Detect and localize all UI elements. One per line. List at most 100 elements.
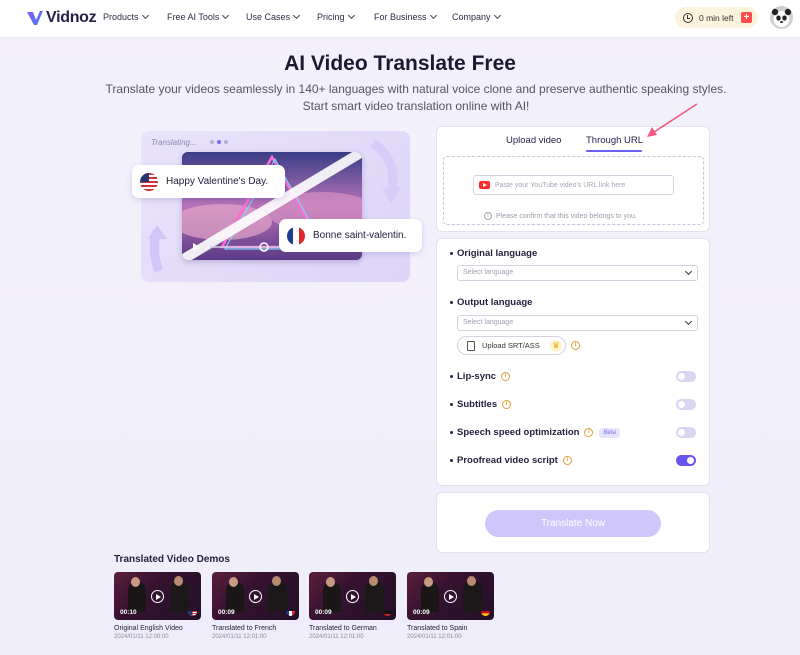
nav-products[interactable]: Products — [103, 11, 149, 22]
demo-thumbnail[interactable]: 00:09 — [407, 572, 494, 620]
nav-for-business[interactable]: For Business — [374, 11, 437, 22]
translation-illustration: Translating... — [141, 131, 410, 282]
nav-use-cases[interactable]: Use Cases — [246, 11, 301, 22]
youtube-icon — [479, 181, 490, 189]
proofread-option: Proofread video script i — [450, 455, 572, 466]
top-nav: Vidnoz Products Free AI Tools Use Cases … — [0, 0, 800, 38]
ownership-note: ! Please confirm that this video belongs… — [484, 212, 637, 220]
chevron-down-icon — [684, 267, 693, 276]
annotation-arrow-icon — [647, 103, 698, 137]
proofread-toggle[interactable] — [676, 455, 696, 466]
proofread-label: Proofread video script — [457, 455, 558, 466]
chevron-down-icon — [141, 11, 149, 20]
speech-speed-toggle[interactable] — [676, 427, 696, 438]
output-language-placeholder: Select language — [463, 319, 514, 326]
lip-sync-toggle[interactable] — [676, 371, 696, 382]
demo-video-card[interactable]: 00:10 Original English Video 2024/01/11 … — [114, 572, 201, 640]
credits-text: 0 min left — [699, 12, 734, 23]
avatar[interactable] — [770, 6, 793, 29]
youtube-url-input[interactable]: Paste your YouTube video's URL link here — [473, 175, 674, 195]
french-caption-bubble: Bonne saint-valentin. — [279, 219, 422, 252]
de-flag-icon — [383, 607, 392, 616]
nav-label: Free AI Tools — [167, 12, 220, 22]
play-icon[interactable] — [346, 590, 359, 603]
demo-name: Translated to Spain — [407, 625, 468, 632]
es-flag-icon — [481, 607, 490, 616]
demo-duration: 00:09 — [413, 609, 430, 616]
original-language-label: Original language — [450, 248, 537, 259]
speech-speed-option: Speech speed optimization i Beta — [450, 427, 620, 438]
demo-video-card[interactable]: 00:09 Translated to French 2024/01/11 12… — [212, 572, 299, 640]
crown-icon: ♛ — [550, 340, 562, 352]
translate-now-button[interactable]: Translate Now — [485, 510, 661, 537]
nav-label: For Business — [374, 12, 427, 22]
speech-speed-info-icon[interactable]: i — [584, 428, 594, 437]
speech-speed-label: Speech speed optimization — [457, 427, 580, 438]
demo-duration: 00:10 — [120, 609, 137, 616]
demo-thumbnail[interactable]: 00:09 — [309, 572, 396, 620]
page-title: AI Video Translate Free — [284, 52, 516, 75]
subtitles-info-icon[interactable]: i — [502, 400, 512, 409]
ownership-note-text: Please confirm that this video belongs t… — [496, 212, 637, 220]
us-flag-icon — [140, 172, 158, 191]
upload-srt-info-icon[interactable]: i — [571, 341, 580, 350]
tab-through-url[interactable]: Through URL — [586, 135, 643, 146]
logo-text: Vidnoz — [46, 9, 97, 26]
demo-name: Original English Video — [114, 625, 183, 632]
lip-sync-label: Lip-sync — [457, 371, 497, 382]
original-language-select[interactable]: Select language — [457, 265, 698, 281]
proofread-info-icon[interactable]: i — [562, 456, 572, 465]
french-caption-text: Bonne saint-valentin. — [313, 230, 407, 241]
demo-duration: 00:09 — [218, 609, 235, 616]
play-icon[interactable] — [151, 590, 164, 603]
subtitles-label: Subtitles — [457, 399, 498, 410]
chevron-down-icon — [222, 11, 230, 20]
demo-date: 2024/01/11 12:00:00 — [114, 634, 169, 640]
original-language-placeholder: Select language — [463, 269, 514, 276]
upload-srt-label: Upload SRT/ASS — [482, 341, 540, 350]
nav-label: Company — [452, 12, 491, 22]
demo-date: 2024/01/11 12:01:00 — [407, 634, 462, 640]
nav-label: Products — [103, 12, 139, 22]
credits-pill[interactable]: 0 min left + — [675, 7, 758, 28]
us-flag-icon — [188, 607, 197, 616]
info-icon: ! — [484, 212, 492, 220]
chevron-down-icon — [292, 11, 301, 20]
add-credits-button[interactable]: + — [741, 12, 752, 23]
fr-flag-icon — [287, 226, 305, 245]
play-icon[interactable] — [249, 590, 262, 603]
demo-video-card[interactable]: 00:09 Translated to German 2024/01/11 12… — [309, 572, 396, 640]
subtitles-toggle[interactable] — [676, 399, 696, 410]
panda-avatar-icon — [770, 6, 793, 29]
nav-label: Use Cases — [246, 12, 291, 22]
nav-free-ai-tools[interactable]: Free AI Tools — [167, 11, 230, 22]
nav-pricing[interactable]: Pricing — [317, 11, 355, 22]
tab-upload-video[interactable]: Upload video — [506, 135, 561, 146]
chevron-down-icon — [347, 11, 355, 20]
chevron-down-icon — [429, 11, 437, 20]
demo-duration: 00:09 — [315, 609, 332, 616]
english-caption-text: Happy Valentine's Day. — [166, 176, 269, 187]
vidnoz-logo-icon — [27, 11, 43, 25]
fr-flag-icon — [286, 607, 295, 616]
demo-date: 2024/01/11 12:01:00 — [212, 634, 267, 640]
active-tab-indicator — [586, 150, 642, 152]
output-language-label: Output language — [450, 297, 532, 308]
output-language-select[interactable]: Select language — [457, 315, 698, 331]
nav-company[interactable]: Company — [452, 11, 501, 22]
upload-srt-button[interactable]: Upload SRT/ASS ♛ — [457, 336, 566, 355]
original-language-label-text: Original language — [457, 248, 538, 259]
beta-badge: Beta — [599, 427, 620, 438]
demo-name: Translated to French — [212, 625, 277, 632]
lip-sync-option: Lip-sync i — [450, 371, 511, 382]
lip-sync-info-icon[interactable]: i — [501, 372, 511, 381]
vidnoz-logo[interactable]: Vidnoz — [26, 9, 97, 27]
demo-date: 2024/01/11 12:01:00 — [309, 634, 364, 640]
clock-icon — [683, 12, 693, 23]
play-icon[interactable] — [444, 590, 457, 603]
nav-label: Pricing — [317, 12, 345, 22]
demo-video-card[interactable]: 00:09 Translated to Spain 2024/01/11 12:… — [407, 572, 494, 640]
demo-thumbnail[interactable]: 00:10 — [114, 572, 201, 620]
demo-thumbnail[interactable]: 00:09 — [212, 572, 299, 620]
url-input-placeholder: Paste your YouTube video's URL link here — [495, 181, 626, 189]
